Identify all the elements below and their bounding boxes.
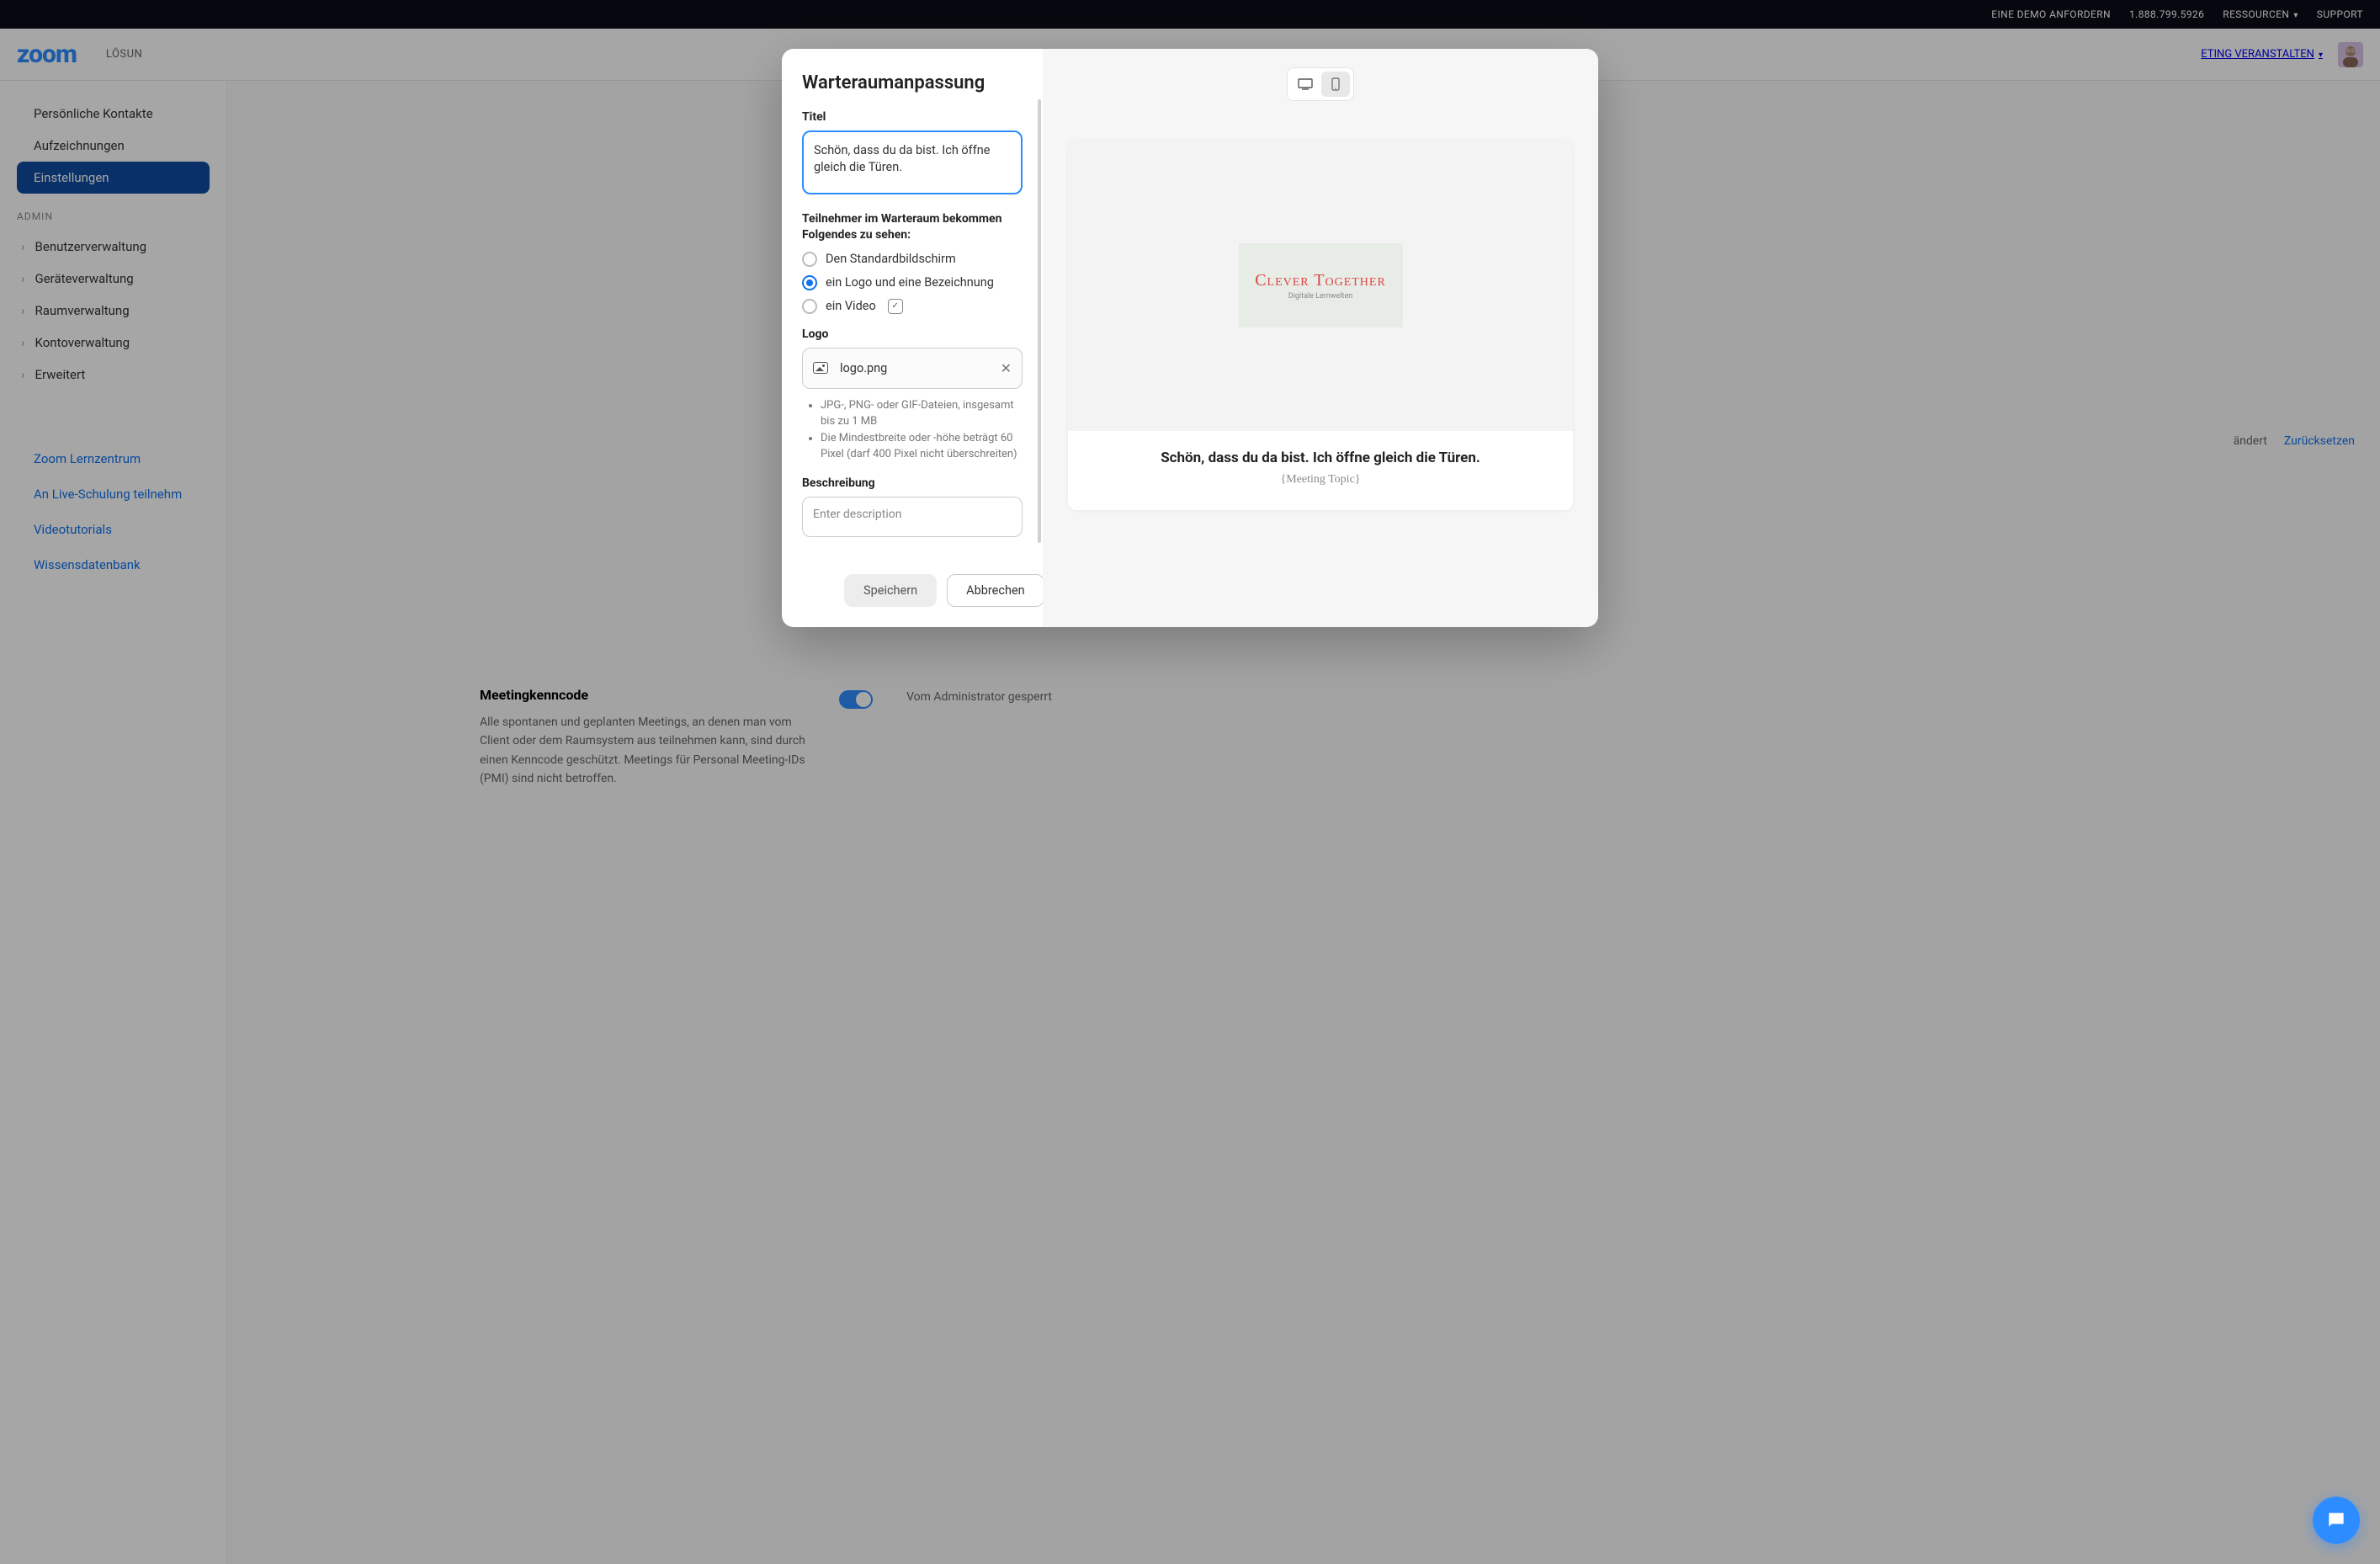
device-toggle xyxy=(1287,67,1354,101)
mobile-preview-button[interactable] xyxy=(1321,72,1350,97)
logo-file-field[interactable]: logo.png ✕ xyxy=(802,348,1023,389)
radio-default-screen[interactable]: Den Standardbildschirm xyxy=(802,252,1023,267)
radio-video-option[interactable]: ein Video ✓ xyxy=(802,299,1023,314)
desc-label: Beschreibung xyxy=(802,476,1023,490)
chat-icon xyxy=(2325,1509,2347,1531)
radio-icon xyxy=(802,275,817,290)
logo-filename: logo.png xyxy=(840,361,887,375)
modal-preview-panel: Clever Together Digitale Lernwelten Schö… xyxy=(1043,49,1598,627)
preview-brand-main: Clever Together xyxy=(1255,271,1386,290)
phone-icon xyxy=(1331,77,1340,91)
radio-icon xyxy=(802,299,817,314)
radio-default-label: Den Standardbildschirm xyxy=(826,252,956,266)
info-badge-icon: ✓ xyxy=(888,299,903,314)
save-button[interactable]: Speichern xyxy=(844,574,937,607)
cancel-button[interactable]: Abbrechen xyxy=(947,574,1043,607)
preview-title: Schön, dass du da bist. Ich öffne gleich… xyxy=(1085,450,1556,466)
preview-brand-box: Clever Together Digitale Lernwelten xyxy=(1239,243,1403,327)
desktop-preview-button[interactable] xyxy=(1291,72,1320,97)
logo-hints: JPG-, PNG- oder GIF-Dateien, insgesamt b… xyxy=(802,397,1023,463)
participants-label: Teilnehmer im Warteraum bekommen Folgend… xyxy=(802,211,1023,243)
preview-meeting-topic: {Meeting Topic} xyxy=(1085,473,1556,487)
waiting-room-modal: Warteraumanpassung Titel Teilnehmer im W… xyxy=(782,49,1598,627)
logo-label: Logo xyxy=(802,327,1023,341)
titel-label: Titel xyxy=(802,110,1023,124)
radio-logo-label-option[interactable]: ein Logo und eine Bezeichnung xyxy=(802,275,1023,290)
preview-logo-area: Clever Together Digitale Lernwelten xyxy=(1068,140,1573,431)
chat-bubble-button[interactable] xyxy=(2313,1497,2360,1544)
radio-logo-label: ein Logo und eine Bezeichnung xyxy=(826,275,994,290)
hint-item: JPG-, PNG- oder GIF-Dateien, insgesamt b… xyxy=(821,397,1023,430)
image-icon xyxy=(813,362,828,374)
description-input[interactable] xyxy=(802,497,1023,537)
preview-brand-sub: Digitale Lernwelten xyxy=(1288,292,1352,301)
radio-icon xyxy=(802,252,817,267)
monitor-icon xyxy=(1298,78,1313,90)
hint-item: Die Mindestbreite oder -höhe beträgt 60 … xyxy=(821,430,1023,463)
scrollbar[interactable] xyxy=(1038,99,1041,543)
modal-title: Warteraumanpassung xyxy=(802,72,1023,93)
preview-card: Clever Together Digitale Lernwelten Schö… xyxy=(1068,140,1573,510)
radio-video-label: ein Video xyxy=(826,299,876,313)
remove-logo-icon[interactable]: ✕ xyxy=(1001,360,1012,376)
modal-form-panel: Warteraumanpassung Titel Teilnehmer im W… xyxy=(782,49,1043,627)
titel-input[interactable] xyxy=(802,130,1023,194)
